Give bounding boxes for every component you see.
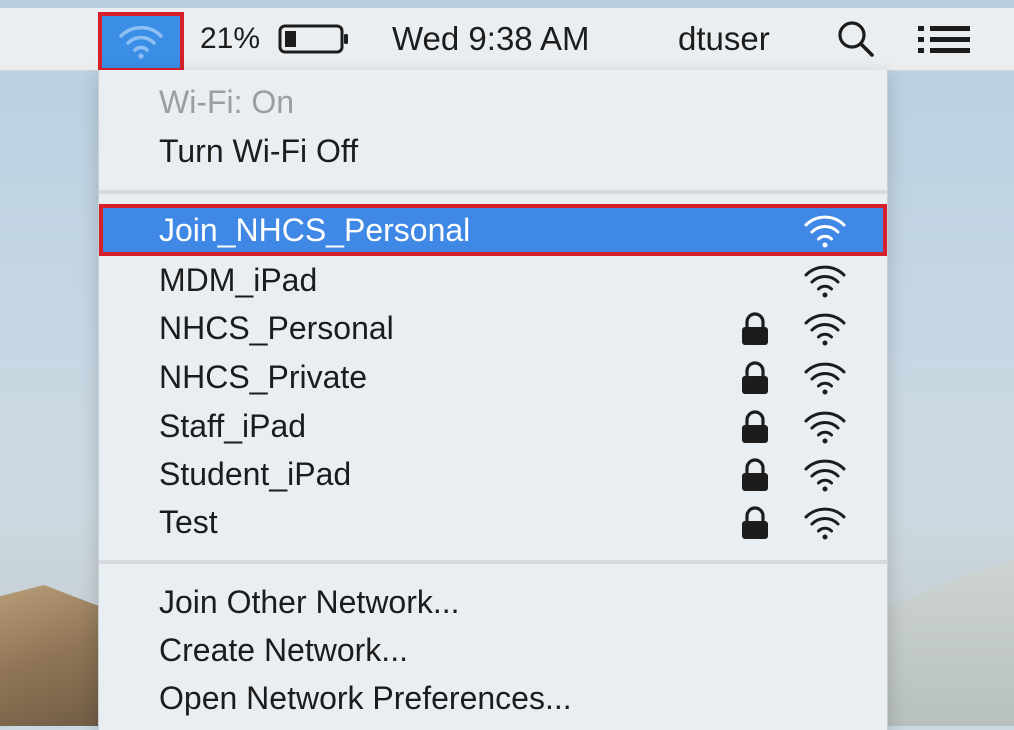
network-name: Staff_iPad bbox=[159, 407, 307, 444]
wifi-status: Wi-Fi: On bbox=[99, 78, 887, 126]
wifi-signal-icon bbox=[804, 459, 846, 492]
wallpaper-hill-left bbox=[0, 585, 110, 726]
lock-icon bbox=[742, 361, 768, 394]
wifi-dropdown-menu: Wi-Fi: On Turn Wi-Fi Off Join_NHCS_Perso… bbox=[98, 70, 888, 730]
menubar-clock[interactable]: Wed 9:38 AM bbox=[392, 8, 590, 70]
join-other-network-label: Join Other Network... bbox=[159, 583, 460, 620]
wifi-signal-icon bbox=[804, 215, 846, 248]
wifi-signal-icon bbox=[804, 411, 846, 444]
spotlight-button[interactable] bbox=[836, 8, 876, 70]
wifi-menubar-button[interactable] bbox=[98, 12, 184, 72]
wallpaper-hill-right bbox=[880, 560, 1014, 726]
network-name: Test bbox=[159, 503, 218, 540]
network-item-mdm-ipad[interactable]: MDM_iPad bbox=[99, 256, 887, 304]
battery-icon-graphic bbox=[278, 24, 348, 54]
search-icon bbox=[838, 21, 874, 57]
network-name: NHCS_Personal bbox=[159, 309, 394, 346]
open-network-preferences-label: Open Network Preferences... bbox=[159, 679, 572, 716]
network-item-staff-ipad[interactable]: Staff_iPad bbox=[99, 402, 887, 450]
menu-separator bbox=[99, 190, 887, 194]
lock-icon bbox=[742, 458, 768, 491]
open-network-preferences-item[interactable]: Open Network Preferences... bbox=[99, 674, 887, 722]
lock-icon bbox=[742, 312, 768, 345]
menubar-user[interactable]: dtuser bbox=[678, 8, 770, 70]
battery-icon[interactable] bbox=[278, 8, 352, 70]
turn-wifi-off-item[interactable]: Turn Wi-Fi Off bbox=[99, 127, 887, 175]
menu-separator bbox=[99, 560, 887, 564]
network-name: NHCS_Private bbox=[159, 358, 368, 395]
create-network-label: Create Network... bbox=[159, 631, 408, 668]
network-item-test[interactable]: Test bbox=[99, 498, 887, 546]
wifi-icon bbox=[119, 25, 163, 59]
list-icon bbox=[918, 26, 970, 53]
wifi-signal-icon bbox=[804, 362, 846, 395]
network-name: MDM_iPad bbox=[159, 261, 318, 298]
wifi-signal-icon bbox=[804, 265, 846, 298]
lock-icon bbox=[742, 506, 768, 539]
wifi-status-label: Wi-Fi: On bbox=[159, 83, 295, 120]
join-other-network-item[interactable]: Join Other Network... bbox=[99, 578, 887, 626]
network-name: Student_iPad bbox=[159, 455, 352, 492]
network-item-nhcs-personal[interactable]: NHCS_Personal bbox=[99, 304, 887, 352]
create-network-item[interactable]: Create Network... bbox=[99, 626, 887, 674]
network-item-join-nhcs-personal[interactable]: Join_NHCS_Personal bbox=[99, 204, 887, 256]
wifi-signal-icon bbox=[804, 313, 846, 346]
battery-percent: 21% bbox=[200, 22, 261, 55]
lock-icon bbox=[742, 410, 768, 443]
menu-bar: 21% Wed 9:38 AM dtuser bbox=[0, 8, 1014, 72]
wifi-signal-icon bbox=[804, 507, 846, 540]
network-name: Join_NHCS_Personal bbox=[159, 211, 471, 248]
network-item-nhcs-private[interactable]: NHCS_Private bbox=[99, 353, 887, 401]
notification-center-button[interactable] bbox=[916, 8, 972, 70]
turn-wifi-off-label: Turn Wi-Fi Off bbox=[159, 132, 359, 169]
network-item-student-ipad[interactable]: Student_iPad bbox=[99, 450, 887, 498]
